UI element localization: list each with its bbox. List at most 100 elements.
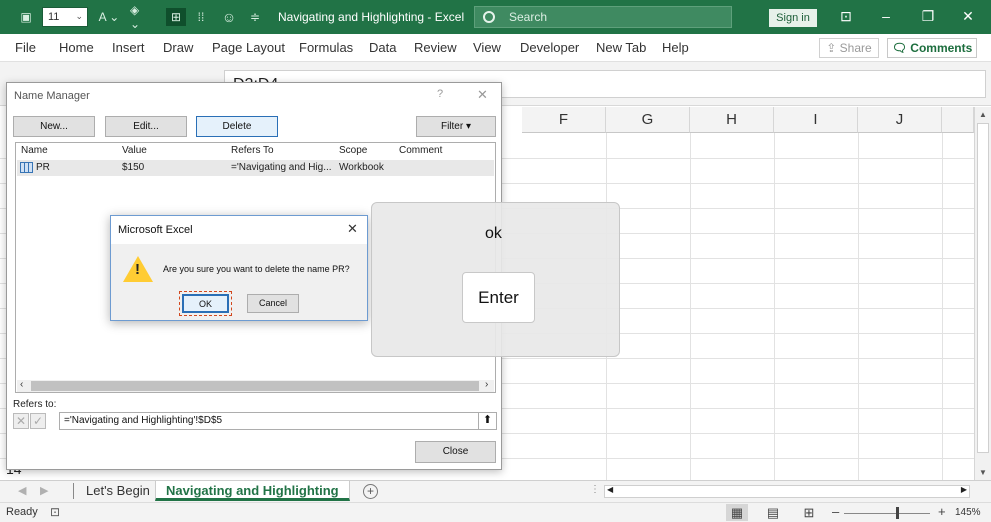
tab-data[interactable]: Data — [369, 40, 396, 55]
row-name: PR — [36, 162, 50, 173]
font-size-box[interactable]: 11 ⌄ — [42, 7, 88, 27]
table-row[interactable]: PR $150 ='Navigating and Hig... Workbook — [17, 160, 494, 176]
scroll-thumb[interactable] — [977, 123, 989, 453]
ok-button[interactable]: OK — [179, 291, 232, 316]
cancel-button[interactable]: Cancel — [247, 294, 299, 313]
dialog-title: Name Manager — [14, 90, 90, 102]
autosave-icon[interactable]: ▣ — [18, 8, 34, 26]
tab-draw[interactable]: Draw — [163, 40, 193, 55]
fill-color-icon[interactable]: ◈ ⌄ — [130, 3, 152, 31]
zoom-level[interactable]: 145% — [955, 507, 981, 518]
zoom-slider-thumb[interactable] — [896, 507, 899, 519]
refers-to-field[interactable]: ='Navigating and Highlighting'!$D$5 ⬆ — [59, 412, 497, 430]
column-header-g[interactable]: G — [606, 107, 690, 133]
keystroke-overlay: ok Enter — [371, 202, 620, 357]
tab-developer[interactable]: Developer — [520, 40, 579, 55]
split-handle-icon[interactable]: ⋮ — [590, 484, 600, 495]
column-header-k[interactable] — [942, 107, 974, 133]
share-button[interactable]: ⇪ Share — [819, 38, 879, 58]
column-header-i[interactable]: I — [774, 107, 858, 133]
list-horizontal-scrollbar[interactable]: ‹ › — [17, 379, 494, 392]
close-icon[interactable]: ✕ — [477, 87, 488, 103]
search-box[interactable]: Search — [474, 6, 732, 28]
ready-status: Ready — [6, 506, 38, 518]
confirm-message: Are you sure you want to delete the name… — [163, 264, 350, 274]
zoom-in-icon[interactable]: + — [938, 504, 946, 519]
row-refers-to: ='Navigating and Hig... — [231, 162, 332, 173]
restore-icon[interactable]: ❐ — [918, 8, 938, 25]
window-title: Navigating and Highlighting - Excel — [278, 10, 465, 24]
gridline — [690, 133, 691, 480]
cancel-edit-icon[interactable]: ✕ — [13, 413, 29, 429]
gridline — [858, 133, 859, 480]
comments-button[interactable]: 🗨 Comments — [887, 38, 977, 58]
tab-file[interactable]: File — [15, 40, 36, 55]
column-header-h[interactable]: H — [690, 107, 774, 133]
confirm-body: ! Are you sure you want to delete the na… — [111, 244, 367, 320]
grid-icon[interactable]: ⁞⁞ — [192, 8, 210, 26]
confirm-delete-dialog: Microsoft Excel ✕ ! Are you sure you wan… — [110, 215, 368, 321]
borders-icon[interactable]: ⊞ — [166, 8, 186, 26]
add-sheet-icon[interactable]: + — [363, 484, 378, 499]
prev-sheet-icon[interactable]: ◀ — [18, 484, 26, 497]
tab-view[interactable]: View — [473, 40, 501, 55]
delete-button[interactable]: Delete — [196, 116, 278, 137]
sheet-tab-navigating[interactable]: Navigating and Highlighting — [155, 481, 350, 501]
minimize-icon[interactable]: – — [876, 8, 896, 24]
edit-button[interactable]: Edit... — [105, 116, 187, 137]
normal-view-icon[interactable]: ▦ — [726, 504, 748, 521]
collapse-dialog-icon[interactable]: ⬆ — [478, 412, 496, 430]
header-name[interactable]: Name — [21, 145, 48, 156]
page-layout-view-icon[interactable]: ▤ — [762, 504, 784, 521]
scroll-left-icon[interactable]: ◀ — [607, 485, 613, 494]
close-button[interactable]: Close — [415, 441, 496, 463]
list-scroll-thumb[interactable] — [31, 381, 479, 391]
tab-page-layout[interactable]: Page Layout — [212, 40, 285, 55]
new-button[interactable]: New... — [13, 116, 95, 137]
confirm-edit-icon[interactable]: ✓ — [30, 413, 46, 429]
scroll-right-icon[interactable]: › — [485, 379, 488, 390]
tab-divider — [73, 483, 74, 499]
column-header-f[interactable]: F — [522, 107, 606, 133]
header-value[interactable]: Value — [122, 145, 147, 156]
scroll-up-icon[interactable]: ▲ — [977, 109, 989, 121]
header-refers-to[interactable]: Refers To — [231, 145, 274, 156]
scroll-left-icon[interactable]: ‹ — [20, 379, 23, 390]
horizontal-scrollbar[interactable]: ◀ ▶ — [604, 485, 970, 498]
page-break-view-icon[interactable]: ⊞ — [798, 504, 820, 521]
scroll-down-icon[interactable]: ▼ — [977, 467, 989, 479]
zoom-out-icon[interactable]: – — [832, 504, 839, 519]
close-window-icon[interactable]: ✕ — [958, 8, 978, 25]
close-icon[interactable]: ✕ — [347, 221, 358, 237]
filter-label: Filter — [440, 121, 464, 132]
gridline — [774, 133, 775, 480]
warning-mark: ! — [135, 261, 140, 278]
header-scope[interactable]: Scope — [339, 145, 367, 156]
row-value: $150 — [122, 162, 145, 173]
customize-toolbar-icon[interactable]: ≑ — [248, 8, 262, 26]
zoom-slider[interactable] — [844, 513, 930, 514]
header-comment[interactable]: Comment — [399, 145, 442, 156]
tab-help[interactable]: Help — [662, 40, 689, 55]
tab-new-tab[interactable]: New Tab — [596, 40, 646, 55]
tab-insert[interactable]: Insert — [112, 40, 145, 55]
typed-text: ok — [485, 225, 502, 242]
tab-review[interactable]: Review — [414, 40, 457, 55]
help-icon[interactable]: ? — [437, 88, 443, 100]
macro-record-icon[interactable]: ⊡ — [50, 505, 60, 519]
smiley-icon[interactable]: ☺ — [220, 8, 238, 26]
next-sheet-icon[interactable]: ▶ — [40, 484, 48, 497]
ribbon-display-icon[interactable]: ⊡ — [836, 8, 856, 25]
column-header-j[interactable]: J — [858, 107, 942, 133]
sign-in-button[interactable]: Sign in — [769, 9, 817, 27]
sheet-tab-lets-begin[interactable]: Let's Begin — [76, 481, 160, 501]
scroll-right-icon[interactable]: ▶ — [961, 485, 967, 494]
tab-home[interactable]: Home — [59, 40, 94, 55]
sheet-tab-bar: ◀ ▶ Let's Begin Navigating and Highlight… — [0, 480, 991, 502]
filter-button[interactable]: Filter ▾ — [416, 116, 496, 137]
comments-label: Comments — [910, 41, 973, 55]
chevron-down-icon: ⌄ — [75, 11, 83, 21]
font-color-icon[interactable]: A ⌄ — [98, 8, 120, 26]
tab-formulas[interactable]: Formulas — [299, 40, 353, 55]
vertical-scrollbar[interactable]: ▲ ▼ — [974, 107, 991, 482]
